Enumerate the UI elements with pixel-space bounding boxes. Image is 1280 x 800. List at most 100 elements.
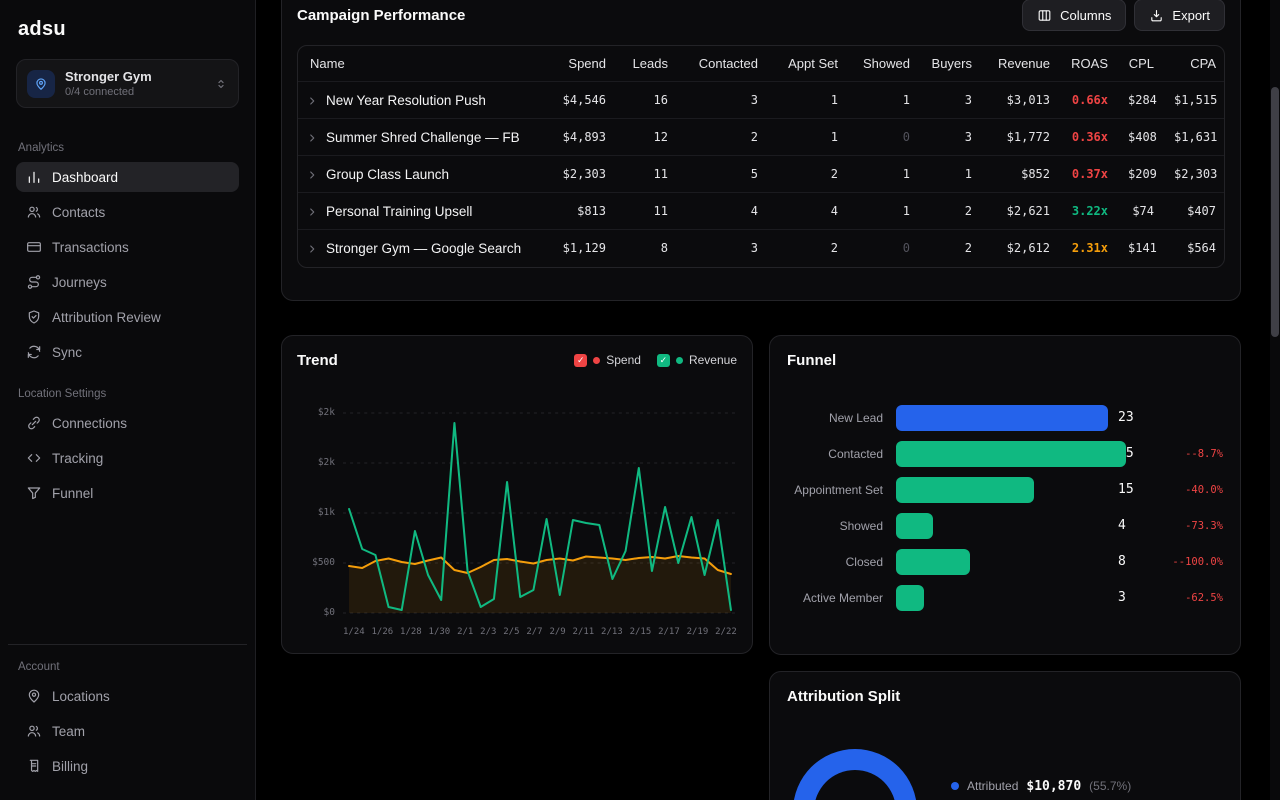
sidebar-item-locations[interactable]: Locations [16, 681, 239, 711]
cell-showed: 1 [848, 156, 920, 193]
funnel-delta: -40.0% [1185, 477, 1223, 503]
table-row[interactable]: New Year Resolution Push$4,546163113$3,0… [298, 82, 1225, 119]
checkbox-icon[interactable]: ✓ [657, 354, 670, 367]
column-header-buyers: Buyers [920, 46, 982, 82]
funnel-row: Contacted25--8.7% [787, 441, 1223, 467]
column-header-revenue: Revenue [982, 46, 1060, 82]
cell-appt-set: 2 [768, 156, 848, 193]
users-icon [26, 723, 42, 739]
sidebar-item-funnel[interactable]: Funnel [16, 478, 239, 508]
map-pin-icon [26, 688, 42, 704]
sidebar-item-billing[interactable]: Billing [16, 751, 239, 781]
cell-cpl: $74 [1118, 193, 1164, 230]
table-row[interactable]: Personal Training Upsell$813114412$2,621… [298, 193, 1225, 230]
checkbox-icon[interactable]: ✓ [574, 354, 587, 367]
cell-showed: 1 [848, 82, 920, 119]
sidebar-item-sync[interactable]: Sync [16, 337, 239, 367]
cell-cpa: $2,303 [1164, 156, 1225, 193]
sidebar-item-label: Billing [52, 759, 88, 774]
cell-revenue: $852 [982, 156, 1060, 193]
cell-contacted: 3 [678, 82, 768, 119]
sidebar-item-tracking[interactable]: Tracking [16, 443, 239, 473]
credit-card-icon [26, 239, 42, 255]
chevron-right-icon[interactable] [306, 95, 318, 107]
funnel-row: Showed4-73.3% [787, 513, 1223, 539]
funnel-stage-label: Contacted [787, 447, 883, 461]
sidebar-item-team[interactable]: Team [16, 716, 239, 746]
sidebar-item-connections[interactable]: Connections [16, 408, 239, 438]
sidebar-item-journeys[interactable]: Journeys [16, 267, 239, 297]
chart-bars-icon [26, 169, 42, 185]
x-axis-tick: 1/26 [372, 627, 394, 637]
cell-spend: $1,129 [538, 230, 616, 267]
cell-cpa: $1,631 [1164, 119, 1225, 156]
cell-roas: 2.31x [1060, 230, 1118, 267]
campaign-name: New Year Resolution Push [326, 93, 486, 108]
y-axis-tick: $2k [318, 407, 335, 418]
column-header-cpl: CPL [1118, 46, 1164, 82]
attribution-legend: Attributed $10,870 (55.7%) [951, 779, 1131, 800]
funnel-stage-label: Closed [787, 555, 883, 569]
cell-cpl: $408 [1118, 119, 1164, 156]
trend-legend: ✓ Spend ✓Revenue [574, 353, 737, 367]
sidebar-item-label: Team [52, 724, 85, 739]
cell-roas: 3.22x [1060, 193, 1118, 230]
cell-buyers: 2 [920, 230, 982, 267]
legend-item-revenue[interactable]: ✓Revenue [657, 353, 737, 367]
attribution-split-card: Attribution Split Attributed $10,870 (55… [769, 671, 1241, 800]
funnel-stage-label: Appointment Set [787, 483, 883, 497]
funnel-bar-zone: 15-40.0% [896, 477, 1223, 503]
scrollbar-thumb[interactable] [1271, 87, 1279, 337]
chevron-right-icon[interactable] [306, 132, 318, 144]
funnel-bar-zone: 3-62.5% [896, 585, 1223, 611]
y-axis-tick: $500 [312, 557, 335, 568]
cell-roas: 0.37x [1060, 156, 1118, 193]
legend-item-spend[interactable]: ✓ Spend [574, 353, 641, 367]
table-row[interactable]: Summer Shred Challenge — FB$4,893122103$… [298, 119, 1225, 156]
scrollbar[interactable] [1270, 0, 1280, 800]
cell-showed: 1 [848, 193, 920, 230]
funnel-stage-label: Showed [787, 519, 883, 533]
funnel-value: 23 [1118, 405, 1134, 431]
funnel-row: Closed8--100.0% [787, 549, 1223, 575]
chevron-right-icon[interactable] [306, 243, 318, 255]
sidebar-item-transactions[interactable]: Transactions [16, 232, 239, 262]
cell-revenue: $2,621 [982, 193, 1060, 230]
cell-spend: $4,546 [538, 82, 616, 119]
cell-buyers: 3 [920, 119, 982, 156]
y-axis-tick: $0 [324, 607, 335, 618]
table-row[interactable]: Stronger Gym — Google Search$1,12983202$… [298, 230, 1225, 267]
columns-button[interactable]: Columns [1022, 0, 1126, 31]
sidebar-item-contacts[interactable]: Contacts [16, 197, 239, 227]
funnel-bar [896, 585, 924, 611]
funnel-delta: --100.0% [1172, 549, 1223, 575]
funnel-delta: --8.7% [1185, 441, 1223, 467]
funnel-title: Funnel [787, 352, 1223, 369]
legend-label: Spend [606, 353, 641, 367]
attribution-donut-chart [793, 749, 917, 800]
cell-spend: $2,303 [538, 156, 616, 193]
cell-buyers: 1 [920, 156, 982, 193]
location-selector-text: Stronger Gym 0/4 connected [65, 69, 204, 98]
campaign-performance-title: Campaign Performance [297, 7, 465, 24]
sidebar-item-label: Dashboard [52, 170, 118, 185]
refresh-icon [26, 344, 42, 360]
x-axis-tick: 2/17 [658, 627, 680, 637]
cell-cpl: $209 [1118, 156, 1164, 193]
funnel-bar [896, 549, 970, 575]
chevron-right-icon[interactable] [306, 169, 318, 181]
table-row[interactable]: Group Class Launch$2,303115211$8520.37x$… [298, 156, 1225, 193]
location-selector[interactable]: Stronger Gym 0/4 connected [16, 59, 239, 108]
cell-spend: $4,893 [538, 119, 616, 156]
cell-cpa: $1,515 [1164, 82, 1225, 119]
location-status: 0/4 connected [65, 86, 204, 98]
funnel-row: Appointment Set 15-40.0% [787, 477, 1223, 503]
funnel-value: 4 [1118, 513, 1126, 539]
sidebar-item-dashboard[interactable]: Dashboard [16, 162, 239, 192]
cell-leads: 11 [616, 193, 678, 230]
export-button[interactable]: Export [1134, 0, 1225, 31]
x-axis-tick: 2/15 [630, 627, 652, 637]
chevron-right-icon[interactable] [306, 206, 318, 218]
campaign-name-cell: Personal Training Upsell [298, 193, 538, 230]
sidebar-item-attribution-review[interactable]: Attribution Review [16, 302, 239, 332]
